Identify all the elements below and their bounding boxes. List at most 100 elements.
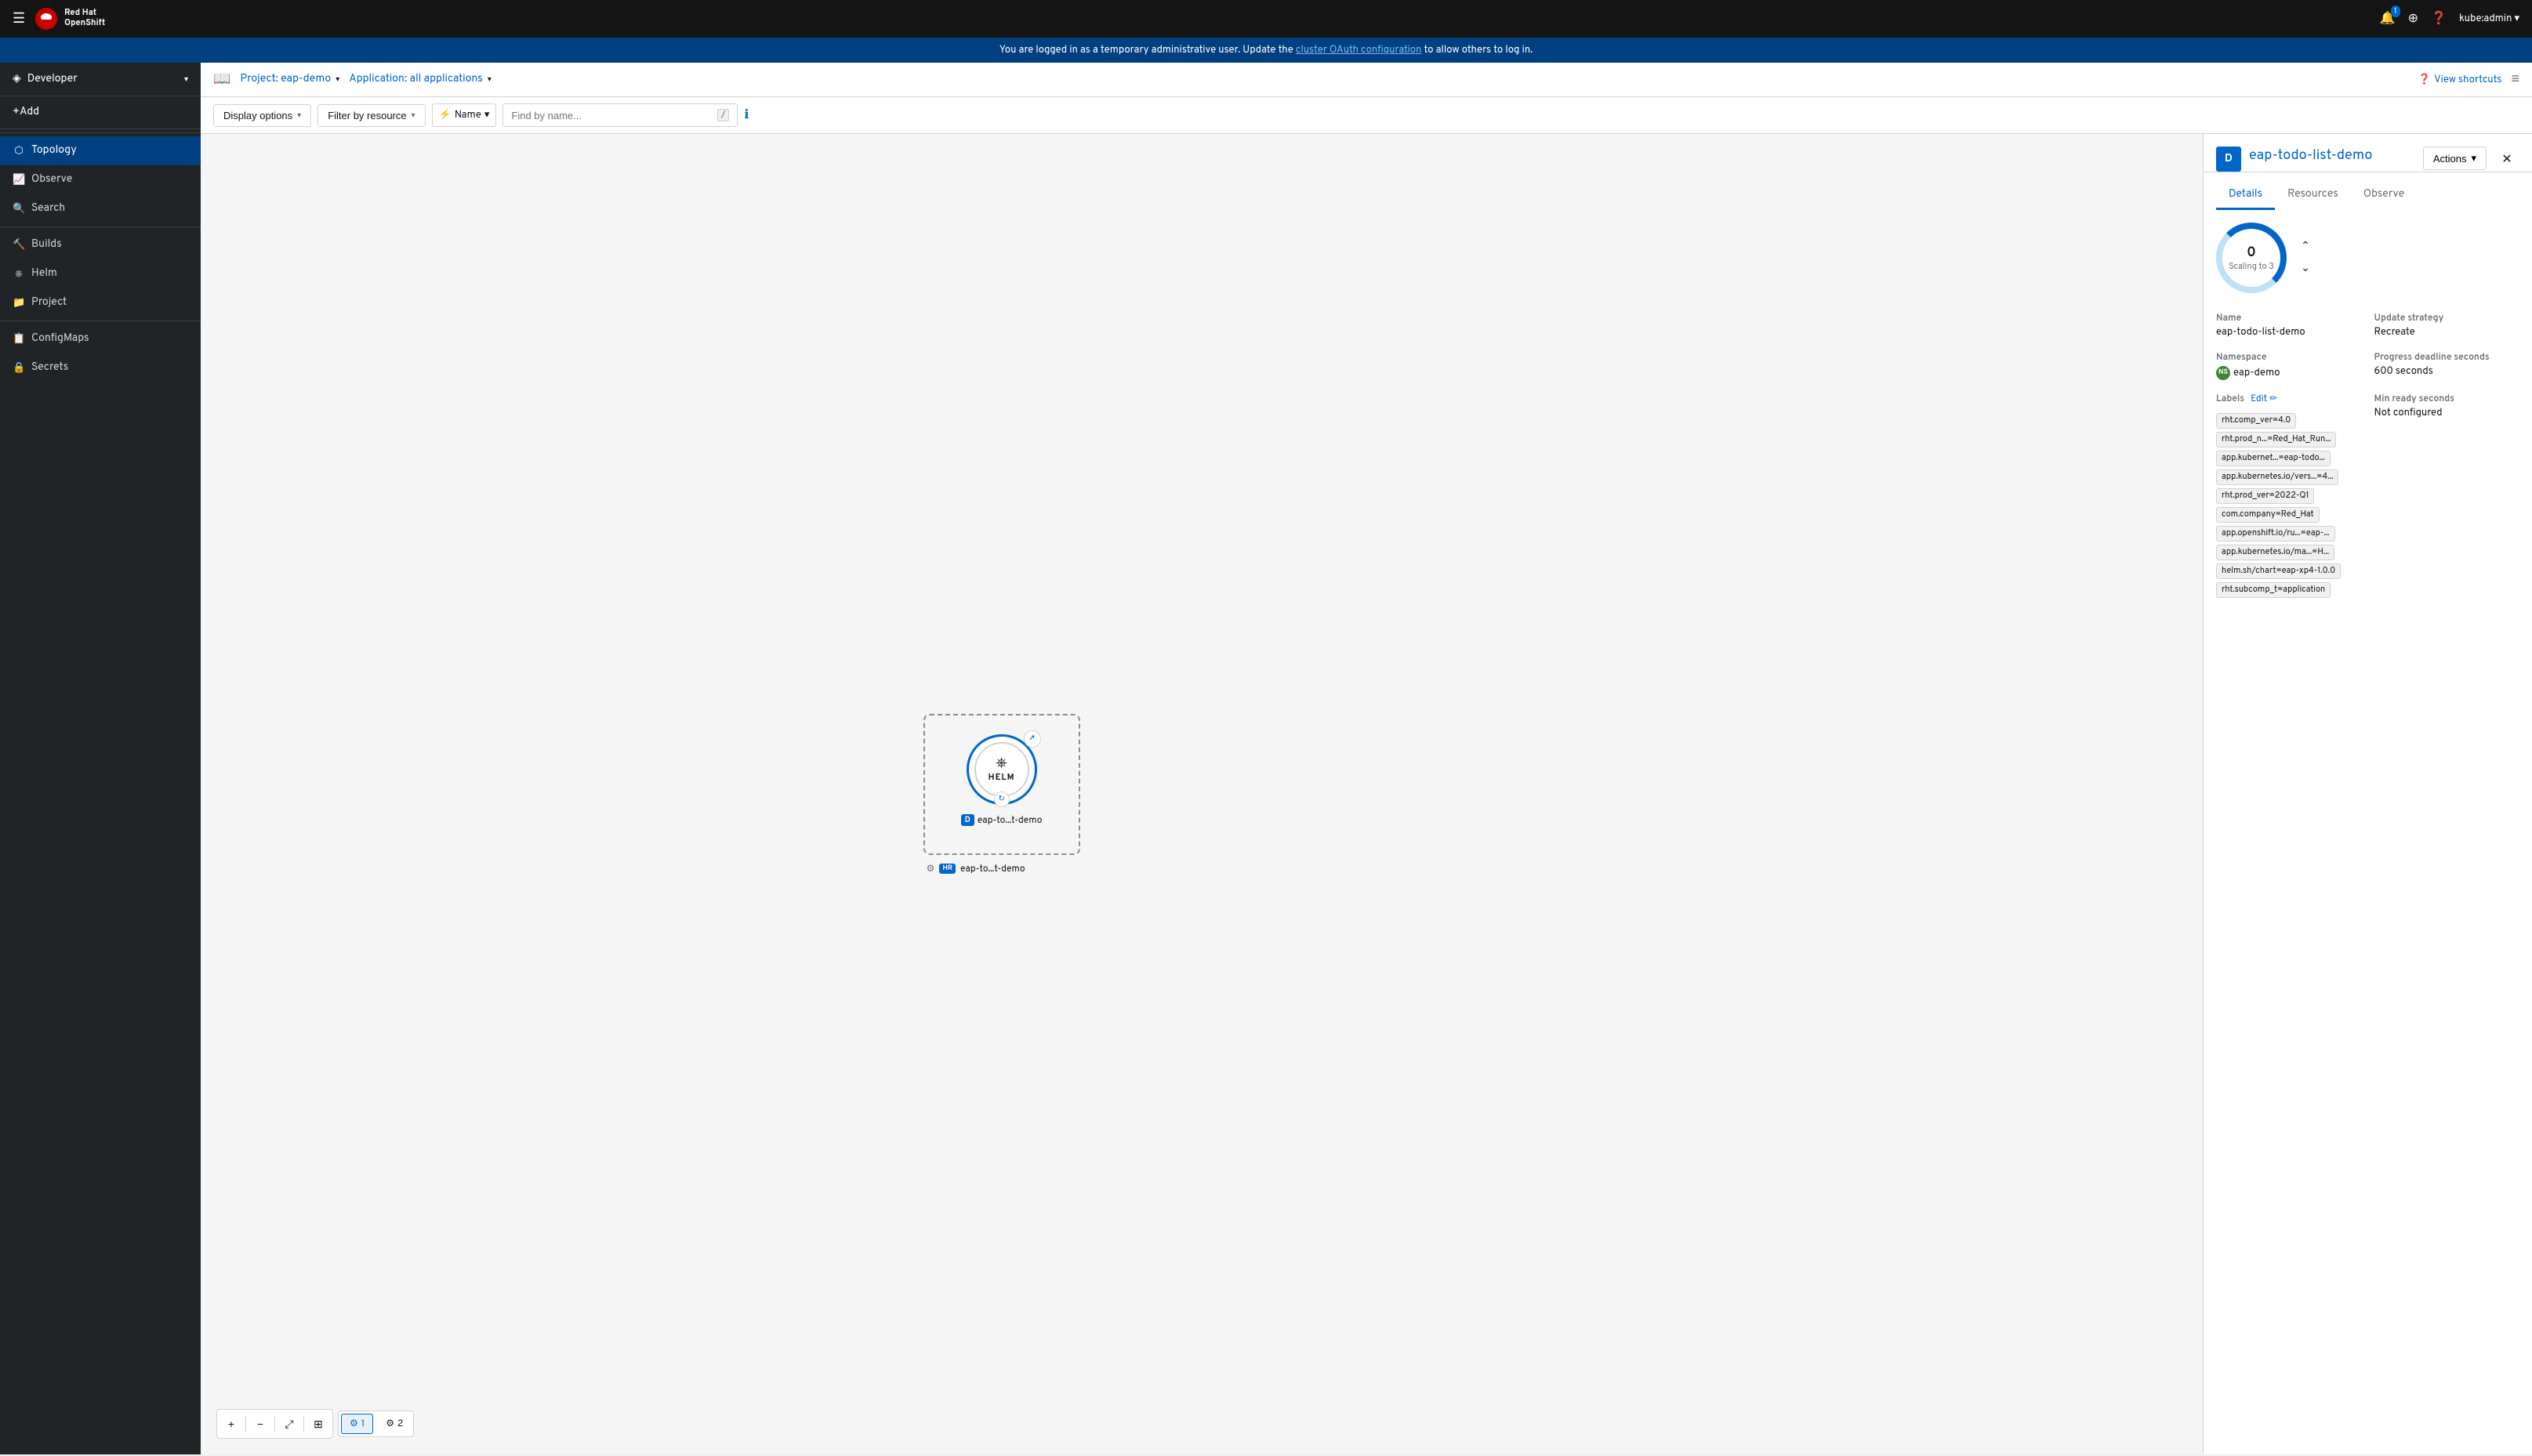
detail-name: Name eap-todo-list-demo — [2216, 312, 2362, 339]
display-options-button[interactable]: Display options ▾ — [213, 104, 311, 127]
detail-progress-deadline: Progress deadline seconds 600 seconds — [2374, 351, 2520, 380]
tab-resources[interactable]: Resources — [2275, 182, 2351, 210]
namespace-value: NS eap-demo — [2216, 365, 2362, 380]
brand-name: Red Hat OpenShift — [64, 9, 105, 29]
view-shortcuts-button[interactable]: ❓ View shortcuts — [2418, 74, 2502, 86]
project-bar: 📖 Project: eap-demo ▾ Application: all a… — [201, 63, 2532, 97]
gear-icon: ⚙ — [927, 863, 935, 875]
sidebar-item-project[interactable]: 📁 Project — [0, 288, 201, 317]
labels-list: rht.comp_ver=4.0 rht.prod_n...=Red_Hat_R… — [2216, 411, 2362, 599]
helm-release-badge: HR — [939, 864, 956, 874]
deployment-badge: D — [961, 814, 974, 826]
topology-tab-2[interactable]: ⚙ 2 — [378, 1414, 411, 1433]
filter-resource-chevron: ▾ — [412, 111, 415, 120]
tab1-icon: ⚙ — [350, 1418, 358, 1430]
perspective-switcher[interactable]: ◈ Developer ▾ — [0, 63, 201, 96]
scale-up-button[interactable]: ⌃ — [2296, 237, 2315, 256]
add-button[interactable]: ⊕ — [2408, 10, 2418, 27]
zoom-panel: + − ⤢ ⊞ — [216, 1409, 333, 1439]
label-chip-2[interactable]: rht.prod_n...=Red_Hat_Run... — [2216, 432, 2336, 447]
filter-name-dropdown[interactable]: ⚡ Name ▾ — [432, 103, 497, 127]
sidebar-label-topology: Topology — [31, 144, 77, 158]
actions-button[interactable]: Actions ▾ — [2423, 147, 2487, 170]
external-link-icon[interactable]: ↗ — [1024, 730, 1041, 748]
topology-canvas[interactable]: ⎈ HELM ↗ ↻ D eap-to...t-demo — [201, 134, 2203, 1454]
sidebar-divider-1 — [0, 132, 201, 133]
label-chip-3[interactable]: app.kubernet...=eap-todo... — [2216, 451, 2331, 466]
application-selector[interactable]: Application: all applications ▾ — [349, 73, 492, 86]
sidebar-label-helm: Helm — [31, 267, 57, 281]
app-chevron: ▾ — [488, 74, 492, 85]
hamburger-menu[interactable]: ☰ — [13, 10, 25, 28]
sidebar-item-topology[interactable]: ⬡ Topology — [0, 136, 201, 165]
project-selector[interactable]: Project: eap-demo ▾ — [240, 73, 339, 86]
user-menu[interactable]: kube:admin ▾ — [2459, 13, 2519, 25]
progress-deadline-value: 600 seconds — [2374, 365, 2520, 378]
info-icon[interactable]: ℹ — [744, 107, 749, 124]
topology-tab-1[interactable]: ⚙ 1 — [341, 1414, 373, 1434]
app-title[interactable]: eap-todo-list-demo — [2249, 147, 2415, 165]
edit-pencil-icon: ✏ — [2269, 393, 2277, 405]
filter-name-label: Name — [455, 109, 481, 121]
labels-label: Labels — [2216, 393, 2244, 405]
actions-label: Actions — [2433, 153, 2467, 165]
sidebar-item-search[interactable]: 🔍 Search — [0, 194, 201, 223]
search-input[interactable] — [511, 110, 717, 121]
notifications-icon[interactable]: 🔔 1 — [2380, 10, 2396, 27]
tab2-label: 2 — [397, 1418, 403, 1430]
secrets-icon: 🔒 — [13, 362, 25, 375]
perspective-chevron: ▾ — [184, 74, 188, 85]
oauth-link[interactable]: cluster OAuth configuration — [1296, 44, 1422, 56]
sync-icon[interactable]: ↻ — [994, 791, 1010, 807]
label-chip-7[interactable]: app.openshift.io/ru...=eap-... — [2216, 526, 2335, 541]
zoom-controls-group: + − ⤢ ⊞ ⚙ 1 ⚙ — [216, 1409, 414, 1439]
filter-icon: ⚡ — [439, 109, 452, 121]
zoom-in-button[interactable]: + — [217, 1410, 245, 1438]
scaling-circle: 0 Scaling to 3 — [2216, 223, 2287, 293]
tab-observe[interactable]: Observe — [2351, 182, 2417, 210]
label-chip-8[interactable]: app.kubernetes.io/ma...=H... — [2216, 545, 2334, 560]
project-chevron: ▾ — [336, 74, 339, 85]
sidebar-item-helm[interactable]: ⎈ Helm — [0, 259, 201, 288]
sidebar-add-button[interactable]: +Add — [0, 96, 201, 129]
help-icon[interactable]: ❓ — [2431, 10, 2447, 27]
namespace-label: Namespace — [2216, 351, 2362, 364]
label-chip-5[interactable]: rht.prod_ver=2022-Q1 — [2216, 488, 2314, 504]
details-grid: Name eap-todo-list-demo Update strategy … — [2216, 312, 2519, 380]
scale-down-button[interactable]: ⌄ — [2296, 259, 2315, 278]
search-input-wrap[interactable]: / — [502, 103, 738, 127]
label-chip-9[interactable]: helm.sh/chart=eap-xp4-1.0.0 — [2216, 563, 2341, 579]
sidebar-item-secrets[interactable]: 🔒 Secrets — [0, 353, 201, 382]
label-chip-10[interactable]: rht.subcomp_t=application — [2216, 582, 2331, 598]
list-view-icon[interactable]: ≡ — [2511, 71, 2519, 89]
helm-inner-node[interactable]: ⎈ HELM — [974, 742, 1029, 797]
min-ready-value: Not configured — [2374, 407, 2520, 419]
project-label: Project: eap-demo — [240, 73, 331, 86]
display-options-label: Display options — [223, 110, 292, 121]
filter-bar: Display options ▾ Filter by resource ▾ ⚡… — [201, 97, 2532, 134]
edit-labels-button[interactable]: Edit ✏ — [2251, 393, 2277, 405]
shortcuts-label: View shortcuts — [2434, 74, 2501, 86]
progress-deadline-label: Progress deadline seconds — [2374, 351, 2520, 364]
sidebar-item-configmaps[interactable]: 📋 ConfigMaps — [0, 324, 201, 353]
keyboard-shortcut-hint: / — [717, 109, 729, 121]
close-panel-button[interactable]: ✕ — [2494, 147, 2519, 172]
update-strategy-value: Recreate — [2374, 326, 2520, 339]
filter-by-resource-button[interactable]: Filter by resource ▾ — [317, 104, 425, 127]
filter-by-resource-label: Filter by resource — [328, 110, 406, 121]
zoom-out-button[interactable]: − — [246, 1410, 274, 1438]
reset-view-button[interactable]: ⊞ — [304, 1410, 332, 1438]
label-chip-4[interactable]: app.kubernetes.io/vers...=4... — [2216, 469, 2338, 485]
fit-to-screen-button[interactable]: ⤢ — [275, 1410, 303, 1438]
sidebar-item-builds[interactable]: 🔨 Builds — [0, 230, 201, 259]
label-chip-6[interactable]: com.company=Red_Hat — [2216, 507, 2320, 523]
name-value: eap-todo-list-demo — [2216, 326, 2362, 339]
namespace-link[interactable]: eap-demo — [2233, 367, 2280, 379]
sidebar-label-search: Search — [31, 202, 65, 216]
helm-node-circle-wrap: ⎈ HELM ↗ ↻ — [967, 734, 1037, 805]
tab-details[interactable]: Details — [2216, 182, 2275, 210]
app-label: Application: all applications — [349, 73, 483, 86]
label-chip-1[interactable]: rht.comp_ver=4.0 — [2216, 413, 2296, 429]
sidebar-item-observe[interactable]: 📈 Observe — [0, 165, 201, 194]
helm-group-box[interactable]: ⎈ HELM ↗ ↻ D eap-to...t-demo — [923, 714, 1080, 855]
